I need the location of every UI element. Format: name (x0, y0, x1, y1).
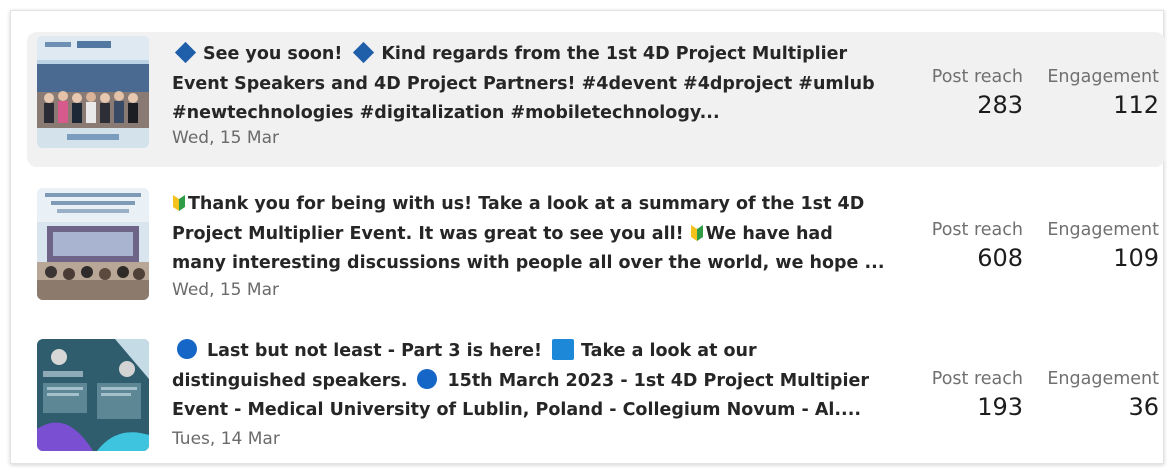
post-reach-stat: Post reach 193 (903, 369, 1023, 421)
japanese-beginner-symbol-icon (173, 195, 185, 211)
post-text-line: Kind regards from the 1st 4D Project Mul… (381, 44, 848, 64)
post-item[interactable]: See you soon! Kind regards from the 1st 4… (27, 32, 1165, 167)
engagement-label: Engagement (1047, 220, 1159, 240)
post-text[interactable]: See you soon! Kind regards from the 1st 4… (172, 40, 912, 129)
post-text-line: Take a look at our (580, 341, 757, 361)
post-text[interactable]: Last but not least - Part 3 is here! Take… (172, 337, 912, 426)
engagement-stat: Engagement 112 (1029, 67, 1159, 119)
post-text-line: We have had (705, 223, 833, 244)
blue-diamond-icon (353, 41, 375, 64)
posts-panel: See you soon! Kind regards from the 1st 4… (10, 10, 1165, 464)
post-reach-label: Post reach (931, 67, 1023, 87)
post-text-line: #newtechnologies #digitalization #mobile… (172, 103, 720, 123)
post-reach-stat: Post reach 283 (903, 67, 1023, 119)
japanese-beginner-symbol-icon (690, 224, 703, 241)
engagement-value: 36 (1128, 393, 1159, 421)
post-text-line: Event - Medical University of Lublin, Po… (172, 400, 861, 420)
post-reach-label: Post reach (931, 220, 1023, 240)
engagement-label: Engagement (1047, 369, 1159, 389)
post-text-line: Event Speakers and 4D Project Partners! … (172, 73, 875, 94)
post-reach-stat: Post reach 608 (903, 220, 1023, 272)
engagement-stat: Engagement 109 (1029, 220, 1159, 272)
post-text-line: many interesting discussions with people… (172, 253, 885, 273)
post-date: Wed, 15 Mar (172, 280, 279, 300)
post-text-line: distinguished speakers. (172, 370, 408, 391)
blue-circle-icon (177, 339, 197, 359)
engagement-value: 112 (1113, 91, 1159, 119)
post-reach-label: Post reach (931, 369, 1023, 389)
post-thumbnail[interactable] (37, 188, 149, 300)
engagement-label: Engagement (1047, 67, 1159, 87)
post-reach-value: 608 (977, 244, 1023, 272)
post-reach-value: 193 (977, 393, 1023, 421)
post-text-line: Last but not least - Part 3 is here! (207, 341, 542, 361)
post-thumbnail[interactable] (37, 339, 149, 451)
blue-square-icon (551, 339, 574, 360)
post-item[interactable]: Last but not least - Part 3 is here! Take… (27, 333, 1165, 468)
post-date: Wed, 15 Mar (172, 128, 279, 148)
post-item[interactable]: Thank you for being with us! Take a look… (27, 183, 1165, 318)
post-text-line: 15th March 2023 - 1st 4D Project Multipi… (447, 370, 869, 391)
post-text[interactable]: Thank you for being with us! Take a look… (172, 190, 912, 279)
blue-circle-icon (417, 368, 438, 389)
engagement-value: 109 (1113, 244, 1159, 272)
post-reach-value: 283 (977, 91, 1023, 119)
engagement-stat: Engagement 36 (1029, 369, 1159, 421)
post-date: Tues, 14 Mar (172, 429, 280, 449)
post-text-line: Project Multiplier Event. It was great t… (172, 223, 684, 244)
post-text-line: See you soon! (203, 44, 343, 64)
post-text-line: Thank you for being with us! Take a look… (188, 194, 865, 214)
post-thumbnail[interactable] (37, 36, 149, 148)
blue-diamond-icon (174, 41, 197, 64)
